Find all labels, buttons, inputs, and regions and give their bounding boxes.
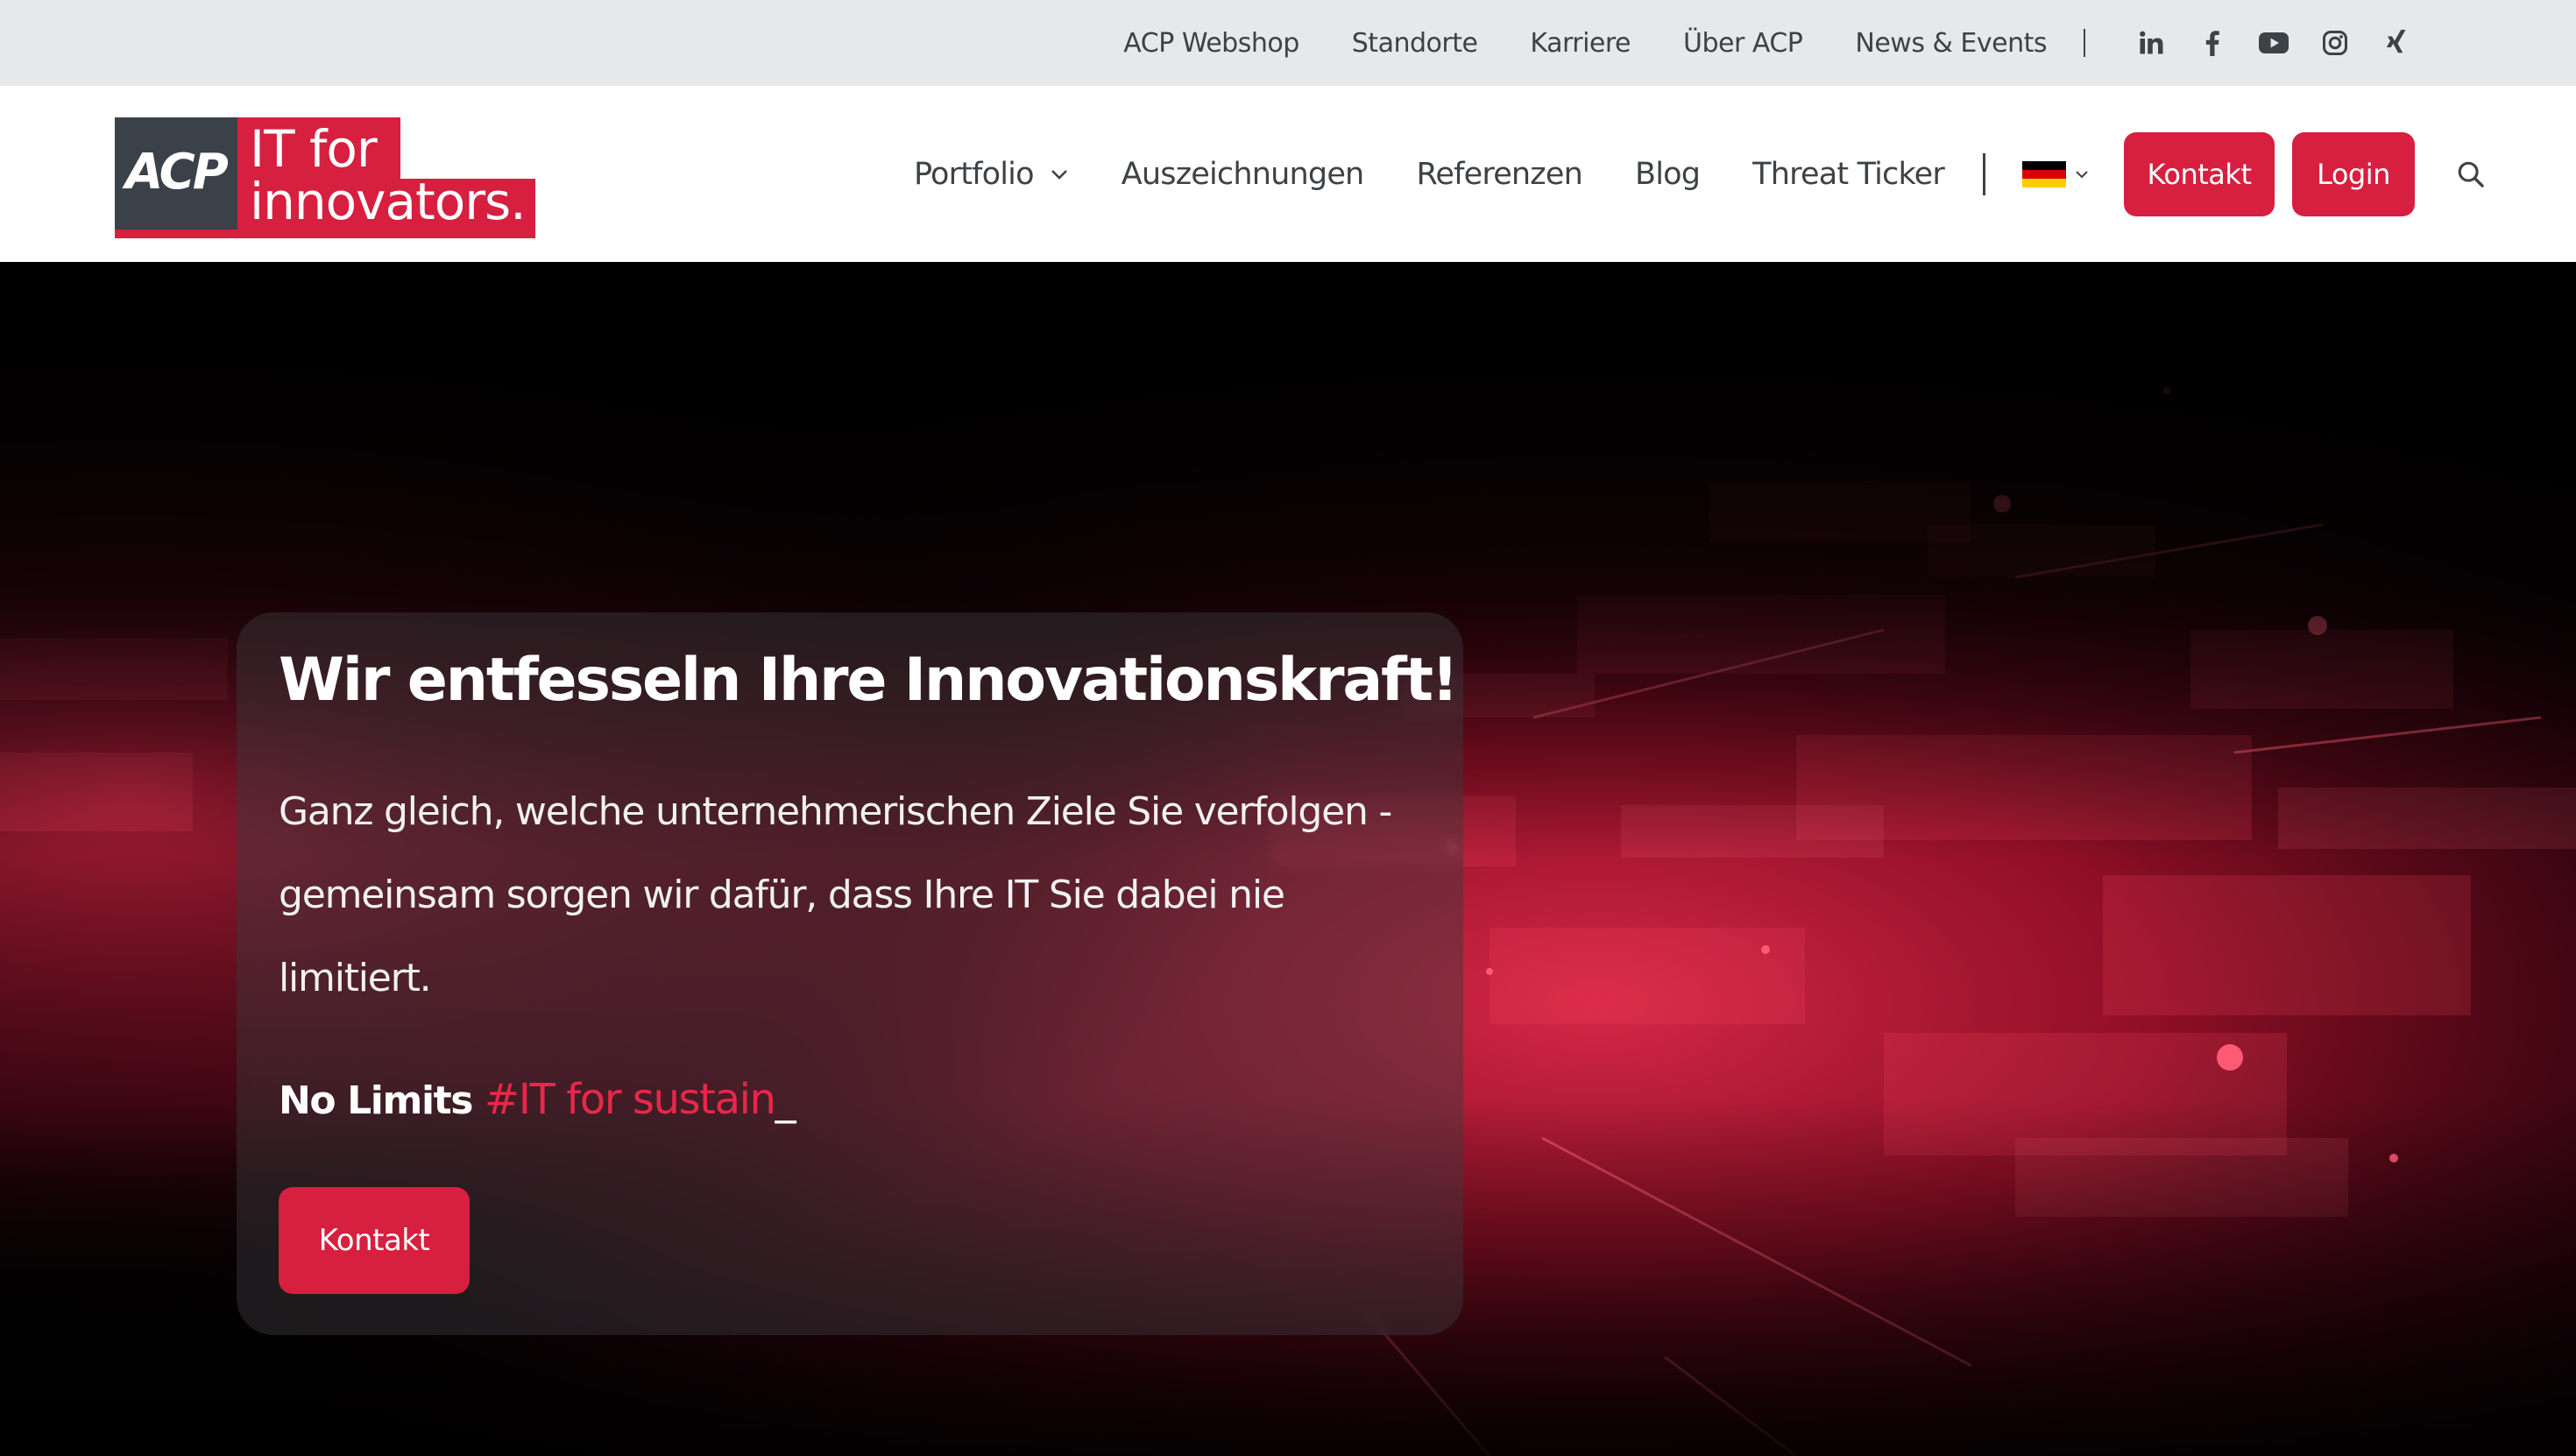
nav-item-portfolio[interactable]: Portfolio bbox=[914, 157, 1069, 192]
logo-badge: ACP bbox=[115, 117, 237, 230]
facebook-icon[interactable] bbox=[2182, 22, 2243, 64]
flag-de-icon bbox=[2022, 160, 2066, 187]
kontakt-button[interactable]: Kontakt bbox=[2124, 131, 2275, 216]
link-news-events[interactable]: News & Events bbox=[1855, 28, 2047, 59]
utility-bar: ACP Webshop Standorte Karriere Über ACP … bbox=[0, 0, 2576, 86]
chevron-down-icon bbox=[2076, 170, 2088, 178]
instagram-icon[interactable] bbox=[2304, 22, 2366, 64]
hero-description-line2: gemeinsam sorgen wir dafür, dass Ihre IT… bbox=[279, 873, 1285, 1000]
nav-item-label: Portfolio bbox=[913, 156, 1035, 192]
hero-kontakt-button[interactable]: Kontakt bbox=[279, 1187, 470, 1294]
logo-tagline-line2: innovators. bbox=[250, 172, 527, 231]
nav-item-referenzen[interactable]: Referenzen bbox=[1416, 157, 1582, 192]
link-ueber-acp[interactable]: Über ACP bbox=[1683, 28, 1803, 59]
search-icon[interactable] bbox=[2453, 157, 2488, 192]
linkedin-icon[interactable] bbox=[2120, 22, 2182, 64]
nav-item-threat-ticker[interactable]: Threat Ticker bbox=[1752, 157, 1945, 192]
utility-divider bbox=[2084, 29, 2085, 57]
hero-description: Ganz gleich, welche unternehmerischen Zi… bbox=[279, 770, 1418, 1020]
tagline-static: No Limits bbox=[279, 1078, 473, 1123]
nav-item-blog[interactable]: Blog bbox=[1635, 157, 1701, 192]
social-links bbox=[2120, 22, 2427, 64]
xing-icon[interactable] bbox=[2366, 22, 2427, 64]
main-nav: Portfolio Auszeichnungen Referenzen Blog… bbox=[914, 86, 2488, 262]
hero-card: Wir entfesseln Ihre Innovationskraft! Ga… bbox=[237, 612, 1463, 1335]
link-standorte[interactable]: Standorte bbox=[1352, 28, 1478, 59]
typing-cursor: _ bbox=[775, 1075, 796, 1124]
logo-badge-text: ACP bbox=[125, 144, 229, 201]
language-switcher[interactable] bbox=[2022, 160, 2089, 187]
acp-logo[interactable]: ACP IT for innovators. bbox=[115, 117, 535, 238]
hero-description-line1: Ganz gleich, welche unternehmerischen Zi… bbox=[279, 789, 1392, 834]
hero-tagline: No Limits #IT for sustain_ bbox=[279, 1075, 796, 1124]
youtube-icon[interactable] bbox=[2243, 22, 2304, 64]
nav-item-auszeichnungen[interactable]: Auszeichnungen bbox=[1122, 157, 1365, 192]
nav-divider bbox=[1983, 152, 1985, 195]
hero-section: Wir entfesseln Ihre Innovationskraft! Ga… bbox=[0, 262, 2576, 1456]
logo-tagline-line1: IT for bbox=[250, 119, 378, 179]
link-acp-webshop[interactable]: ACP Webshop bbox=[1123, 28, 1299, 59]
chevron-down-icon bbox=[1051, 169, 1067, 180]
tagline-typed: #IT for sustain bbox=[484, 1075, 776, 1124]
utility-nav: ACP Webshop Standorte Karriere Über ACP … bbox=[1123, 0, 2427, 86]
hero-title: Wir entfesseln Ihre Innovationskraft! bbox=[279, 646, 1459, 715]
login-button[interactable]: Login bbox=[2292, 131, 2415, 216]
site-header: ACP IT for innovators. Portfolio Auszeic… bbox=[0, 86, 2576, 262]
logo-red-underline bbox=[115, 230, 237, 238]
link-karriere[interactable]: Karriere bbox=[1530, 28, 1631, 59]
